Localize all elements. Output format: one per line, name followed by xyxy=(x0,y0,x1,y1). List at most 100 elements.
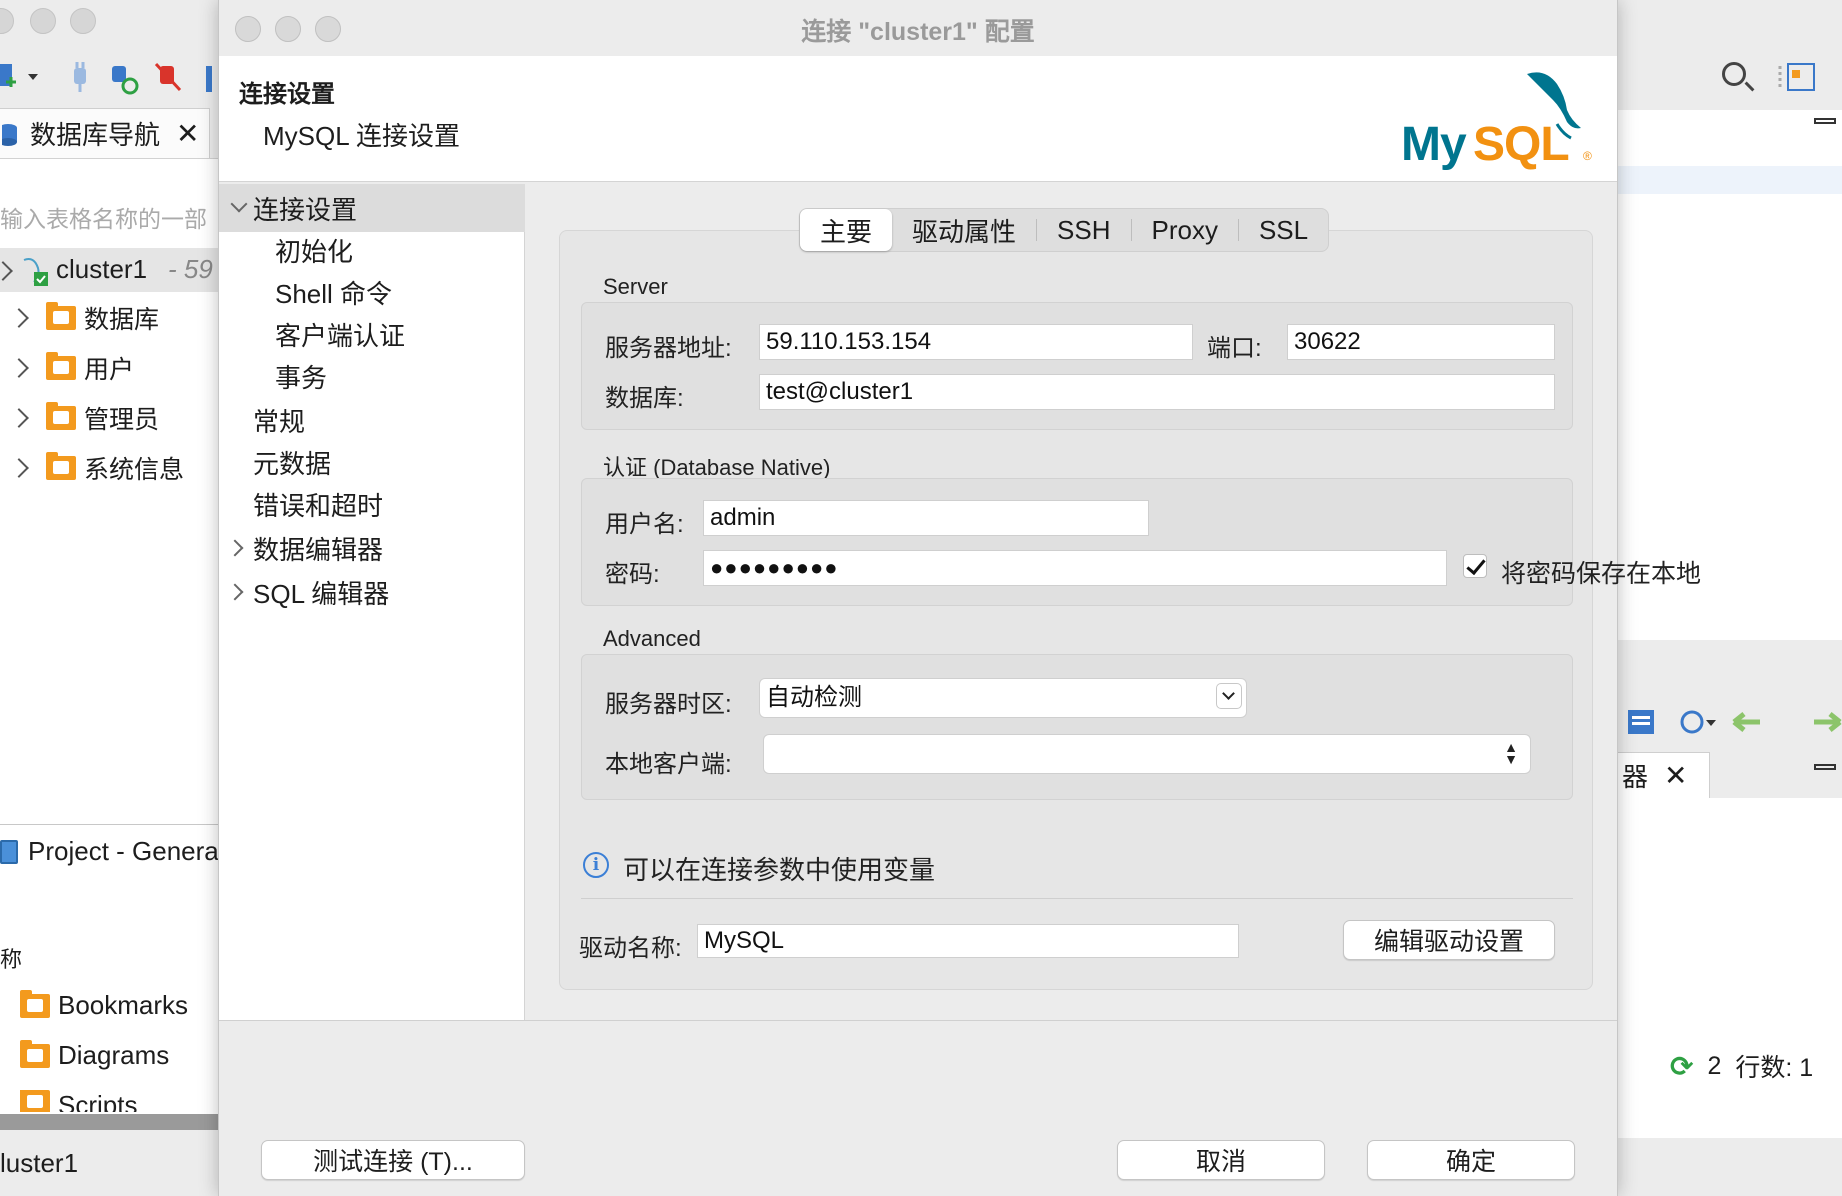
sidebar-item-sql-editor[interactable]: SQL 编辑器 xyxy=(219,568,525,616)
connect-plug-icon[interactable] xyxy=(74,62,86,92)
minimize-icon[interactable] xyxy=(1814,764,1836,770)
window-minimize-button[interactable] xyxy=(30,8,56,34)
forward-arrow-icon[interactable] xyxy=(1814,712,1842,732)
navigator-toolbar xyxy=(0,52,220,100)
sync-icon[interactable]: ⟳ xyxy=(1670,1050,1693,1083)
table-filter-input[interactable]: 输入表格名称的一部 xyxy=(0,200,207,234)
window-zoom-button[interactable] xyxy=(70,8,96,34)
sidebar-item-client-auth[interactable]: 客户端认证 xyxy=(219,310,525,358)
save-password-checkbox[interactable] xyxy=(1463,554,1487,578)
search-icon[interactable] xyxy=(1722,62,1746,86)
tree-item-users[interactable]: 用户 xyxy=(0,348,134,388)
sidebar-item-label: Shell 命令 xyxy=(275,278,393,309)
chevron-right-icon[interactable] xyxy=(226,583,244,601)
project-item-bookmarks[interactable]: Bookmarks xyxy=(20,989,189,1021)
tree-item-label: 系统信息 xyxy=(84,456,185,484)
tab-driver-properties[interactable]: 驱动属性 xyxy=(892,209,1036,251)
project-tab[interactable]: Project - Genera xyxy=(0,836,219,867)
project-item-diagrams[interactable]: Diagrams xyxy=(20,1039,169,1071)
tree-item-admins[interactable]: 管理员 xyxy=(0,398,159,438)
sidebar-item-general[interactable]: 常规 xyxy=(219,396,525,444)
project-icon xyxy=(0,839,18,864)
sidebar-item-shell-commands[interactable]: Shell 命令 xyxy=(219,268,525,316)
host-input[interactable]: 59.110.153.154 xyxy=(759,324,1193,360)
dialog-titlebar: 连接 "cluster1" 配置 xyxy=(219,0,1617,56)
database-input[interactable]: test@cluster1 xyxy=(759,374,1555,410)
chevron-right-icon[interactable] xyxy=(9,308,29,328)
horizontal-scrollbar[interactable] xyxy=(0,1114,220,1130)
project-item-label: Bookmarks xyxy=(58,990,189,1020)
sidebar-item-connection-settings[interactable]: 连接设置 xyxy=(219,184,525,232)
tree-item-cluster1[interactable]: cluster1 - 59 xyxy=(0,248,220,292)
refresh-icon[interactable] xyxy=(1680,710,1716,734)
tab-ssh[interactable]: SSH xyxy=(1037,209,1130,251)
password-input[interactable]: ●●●●●●●●● xyxy=(703,550,1447,586)
driver-name-input[interactable]: MySQL xyxy=(697,924,1239,958)
port-input[interactable]: 30622 xyxy=(1287,324,1555,360)
test-connection-button[interactable]: 测试连接 (T)... xyxy=(261,1140,525,1180)
project-item-scripts[interactable]: Scripts xyxy=(20,1090,137,1112)
connection-suffix: - 59 xyxy=(168,254,213,284)
nav-tab-label: 数据库导航 xyxy=(30,120,161,150)
close-icon[interactable]: ✕ xyxy=(176,117,199,150)
auth-group xyxy=(581,478,1573,606)
sidebar-item-data-editor[interactable]: 数据编辑器 xyxy=(219,524,525,572)
sidebar-item-label: 常规 xyxy=(253,406,306,437)
sidebar-item-label: 客户端认证 xyxy=(275,320,406,351)
disconnect-icon[interactable] xyxy=(154,62,182,92)
sidebar-item-metadata[interactable]: 元数据 xyxy=(219,438,525,486)
settings-sidebar: 连接设置 初始化 Shell 命令 客户端认证 事务 常规 元数据 错误和超时 … xyxy=(219,184,525,1020)
window-close-button[interactable] xyxy=(0,8,14,34)
advanced-group-label: Advanced xyxy=(603,626,701,651)
username-input[interactable]: admin xyxy=(703,500,1149,536)
system-info-folder-icon xyxy=(46,452,76,480)
sidebar-item-label: 事务 xyxy=(275,362,328,393)
username-label: 用户名: xyxy=(605,511,684,538)
tab-label: 主要 xyxy=(820,216,873,247)
logo-text-sql: SQL xyxy=(1473,118,1569,171)
sidebar-item-label: SQL 编辑器 xyxy=(253,578,390,609)
chevron-down-icon[interactable] xyxy=(0,261,13,281)
perspective-icon[interactable] xyxy=(1778,60,1818,94)
tab-ssl[interactable]: SSL xyxy=(1239,209,1328,251)
database-label: 数据库: xyxy=(605,385,684,412)
tab-main[interactable]: 主要 xyxy=(800,209,893,251)
tree-item-system-info[interactable]: 系统信息 xyxy=(0,448,184,488)
chevron-right-icon[interactable] xyxy=(9,408,29,428)
chevron-right-icon[interactable] xyxy=(226,539,244,557)
connection-config-dialog: 连接 "cluster1" 配置 连接设置 MySQL 连接设置 My SQL … xyxy=(218,0,1701,1196)
settings-tabs: 主要 驱动属性 SSH Proxy SSL xyxy=(799,208,1330,252)
minimize-icon[interactable] xyxy=(1814,118,1836,124)
sidebar-item-init[interactable]: 初始化 xyxy=(219,226,525,274)
chevron-down-icon[interactable] xyxy=(1216,683,1242,709)
chevron-right-icon[interactable] xyxy=(9,458,29,478)
dialog-header: 连接设置 MySQL 连接设置 My SQL ® xyxy=(219,56,1617,182)
save-password-label: 将密码保存在本地 xyxy=(1501,560,1702,588)
updown-chevron-icon[interactable]: ▲ ▼ xyxy=(1504,740,1518,766)
reconnect-icon[interactable] xyxy=(112,66,139,95)
row-count-label: 行数: 1 xyxy=(1735,1054,1814,1082)
close-icon[interactable]: ✕ xyxy=(1664,759,1687,792)
local-client-select[interactable]: ▲ ▼ xyxy=(763,734,1531,774)
ok-button[interactable]: 确定 xyxy=(1367,1140,1575,1180)
sidebar-item-label: 数据编辑器 xyxy=(253,534,384,565)
chevron-down-icon[interactable] xyxy=(230,195,248,213)
results-status-bar: ⟳ 2 行数: 1 xyxy=(1670,1048,1813,1084)
tab-proxy[interactable]: Proxy xyxy=(1132,209,1238,251)
edit-driver-settings-button[interactable]: 编辑驱动设置 xyxy=(1343,920,1555,960)
header-subtitle: MySQL 连接设置 xyxy=(263,121,460,151)
database-navigator-tab[interactable]: 数据库导航 ✕ xyxy=(0,108,210,158)
new-connection-icon[interactable] xyxy=(0,64,38,87)
grid-settings-icon[interactable] xyxy=(1628,710,1654,734)
tree-item-databases[interactable]: 数据库 xyxy=(0,298,159,338)
cancel-button[interactable]: 取消 xyxy=(1117,1140,1325,1180)
chevron-right-icon[interactable] xyxy=(9,358,29,378)
sidebar-item-errors-timeouts[interactable]: 错误和超时 xyxy=(219,480,525,528)
timezone-select[interactable]: 自动检测 xyxy=(759,678,1247,718)
header-title: 连接设置 xyxy=(239,81,335,108)
results-tab[interactable]: 器 ✕ xyxy=(1618,752,1710,798)
sidebar-item-transactions[interactable]: 事务 xyxy=(219,352,525,400)
back-arrow-icon[interactable] xyxy=(1732,712,1760,732)
scripts-folder-icon xyxy=(20,1090,50,1112)
project-tab-label: Project - Genera xyxy=(28,836,219,866)
